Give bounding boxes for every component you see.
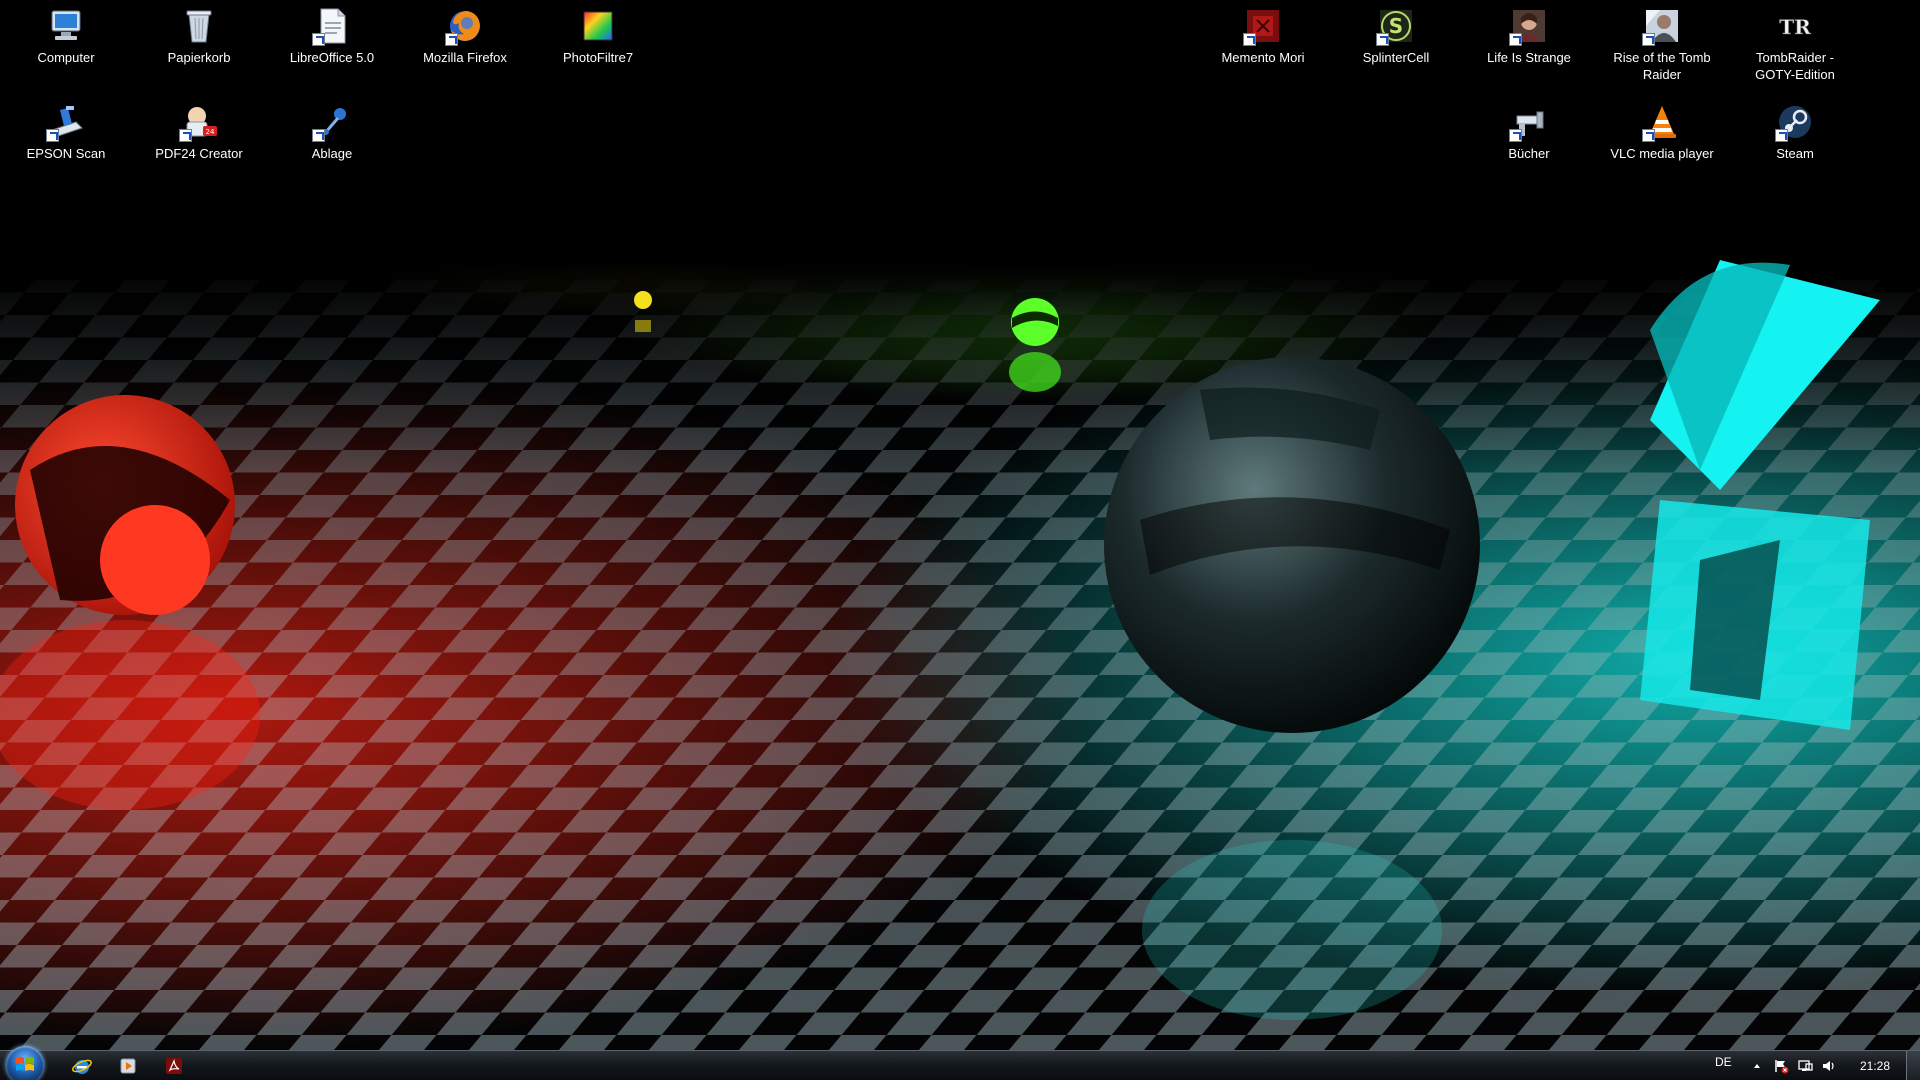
desktop-icon-label: Rise of the Tomb Raider <box>1613 50 1711 82</box>
desktop-icon-papierkorb[interactable]: Papierkorb <box>144 6 254 66</box>
internet-explorer-icon <box>72 1059 92 1074</box>
volume-icon <box>1823 1061 1834 1071</box>
start-button[interactable] <box>6 1046 44 1080</box>
desktop-icon-label: LibreOffice 5.0 <box>289 50 375 65</box>
shortcut-arrow-icon <box>1509 129 1522 142</box>
tombraider-goty-icon: TR <box>1775 6 1815 46</box>
acrobat-reader-icon <box>166 1058 182 1074</box>
shortcut-arrow-icon <box>1243 33 1256 46</box>
steam-icon <box>1775 102 1815 142</box>
desktop-icon-life-is-strange[interactable]: Life Is Strange <box>1474 6 1584 66</box>
memento-mori-icon <box>1243 6 1283 46</box>
shortcut-arrow-icon <box>312 129 325 142</box>
desktop-icon-buecher[interactable]: Bücher <box>1474 102 1584 162</box>
action-center-flag-icon <box>1775 1060 1789 1074</box>
desktop[interactable]: Computer Papierkorb LibreOffice 5.0 Mozi… <box>0 0 1920 1080</box>
shortcut-arrow-icon <box>312 33 325 46</box>
firefox-icon <box>445 6 485 46</box>
tray-clock[interactable]: 21:28 <box>1860 1059 1890 1073</box>
taskbar-pin-media-player[interactable] <box>106 1054 150 1078</box>
desktop-icon-label: Computer <box>37 50 95 65</box>
buecher-icon <box>1509 102 1549 142</box>
photofiltre-icon <box>578 6 618 46</box>
desktop-icon-epson-scan[interactable]: EPSON Scan <box>11 102 121 162</box>
shortcut-arrow-icon <box>445 33 458 46</box>
taskbar-pin-acrobat-reader[interactable] <box>152 1054 196 1078</box>
desktop-icon-label: PDF24 Creator <box>155 146 243 161</box>
shortcut-arrow-icon <box>1775 129 1788 142</box>
desktop-icon-label: TombRaider - GOTY-Edition <box>1755 50 1835 82</box>
desktop-icon-photofiltre[interactable]: PhotoFiltre7 <box>543 6 653 66</box>
life-is-strange-icon <box>1509 6 1549 46</box>
svg-text:TR: TR <box>1779 15 1811 39</box>
media-player-icon <box>120 1058 136 1074</box>
desktop-icon-label: Mozilla Firefox <box>423 50 507 65</box>
desktop-icon-ablage[interactable]: Ablage <box>277 102 387 162</box>
desktop-icon-label: Ablage <box>311 146 353 161</box>
desktop-icon-firefox[interactable]: Mozilla Firefox <box>410 6 520 66</box>
desktop-icon-label: Memento Mori <box>1221 50 1305 65</box>
tray-language-indicator[interactable]: DE <box>1715 1055 1732 1069</box>
desktop-icon-label: Papierkorb <box>167 50 231 65</box>
computer-icon <box>46 6 86 46</box>
desktop-icon-memento-mori[interactable]: Memento Mori <box>1208 6 1318 66</box>
splintercell-icon: S <box>1376 6 1416 46</box>
desktop-icon-label: Steam <box>1776 146 1814 161</box>
tray-volume[interactable] <box>1820 1057 1838 1075</box>
shortcut-arrow-icon <box>1642 129 1655 142</box>
desktop-icon-label: Bücher <box>1508 146 1550 161</box>
windows-logo-icon <box>16 1057 34 1071</box>
desktop-icon-computer[interactable]: Computer <box>11 6 121 66</box>
network-icon <box>1798 1060 1813 1071</box>
rise-tomb-raider-icon <box>1642 6 1682 46</box>
taskbar-pin-internet-explorer[interactable] <box>60 1054 104 1078</box>
show-desktop-button[interactable] <box>1906 1051 1920 1080</box>
shortcut-arrow-icon <box>1509 33 1522 46</box>
taskbar[interactable]: DE 21:28 <box>0 1046 1920 1080</box>
ablage-icon <box>312 102 352 142</box>
desktop-icon-label: VLC media player <box>1610 146 1714 161</box>
desktop-icon-steam[interactable]: Steam <box>1740 102 1850 162</box>
svg-text:S: S <box>1389 14 1403 38</box>
tray-expand-icon <box>1754 1064 1760 1068</box>
desktop-icon-tombraider-goty[interactable]: TR TombRaider - GOTY-Edition <box>1740 6 1850 83</box>
tray-expand-button[interactable] <box>1748 1057 1766 1075</box>
desktop-icon-vlc[interactable]: VLC media player <box>1607 102 1717 162</box>
desktop-icon-label: SplinterCell <box>1362 50 1430 65</box>
desktop-icon-splintercell[interactable]: S SplinterCell <box>1341 6 1451 66</box>
pdf24-icon: 24 <box>179 102 219 142</box>
shortcut-arrow-icon <box>179 129 192 142</box>
desktop-icon-label: PhotoFiltre7 <box>562 50 634 65</box>
desktop-icon-libreoffice[interactable]: LibreOffice 5.0 <box>277 6 387 66</box>
tray-action-center[interactable] <box>1772 1057 1790 1075</box>
vlc-icon <box>1642 102 1682 142</box>
desktop-icon-label: Life Is Strange <box>1487 50 1571 65</box>
desktop-icon-label: EPSON Scan <box>26 146 106 161</box>
desktop-icon-pdf24[interactable]: 24 PDF24 Creator <box>144 102 254 162</box>
shortcut-arrow-icon <box>1376 33 1389 46</box>
recycle-bin-icon <box>179 6 219 46</box>
tray-network[interactable] <box>1796 1057 1814 1075</box>
libreoffice-icon <box>312 6 352 46</box>
epson-scan-icon <box>46 102 86 142</box>
shortcut-arrow-icon <box>46 129 59 142</box>
shortcut-arrow-icon <box>1642 33 1655 46</box>
desktop-icon-rise-of-the-tomb-raider[interactable]: Rise of the Tomb Raider <box>1607 6 1717 83</box>
svg-text:24: 24 <box>206 128 215 136</box>
